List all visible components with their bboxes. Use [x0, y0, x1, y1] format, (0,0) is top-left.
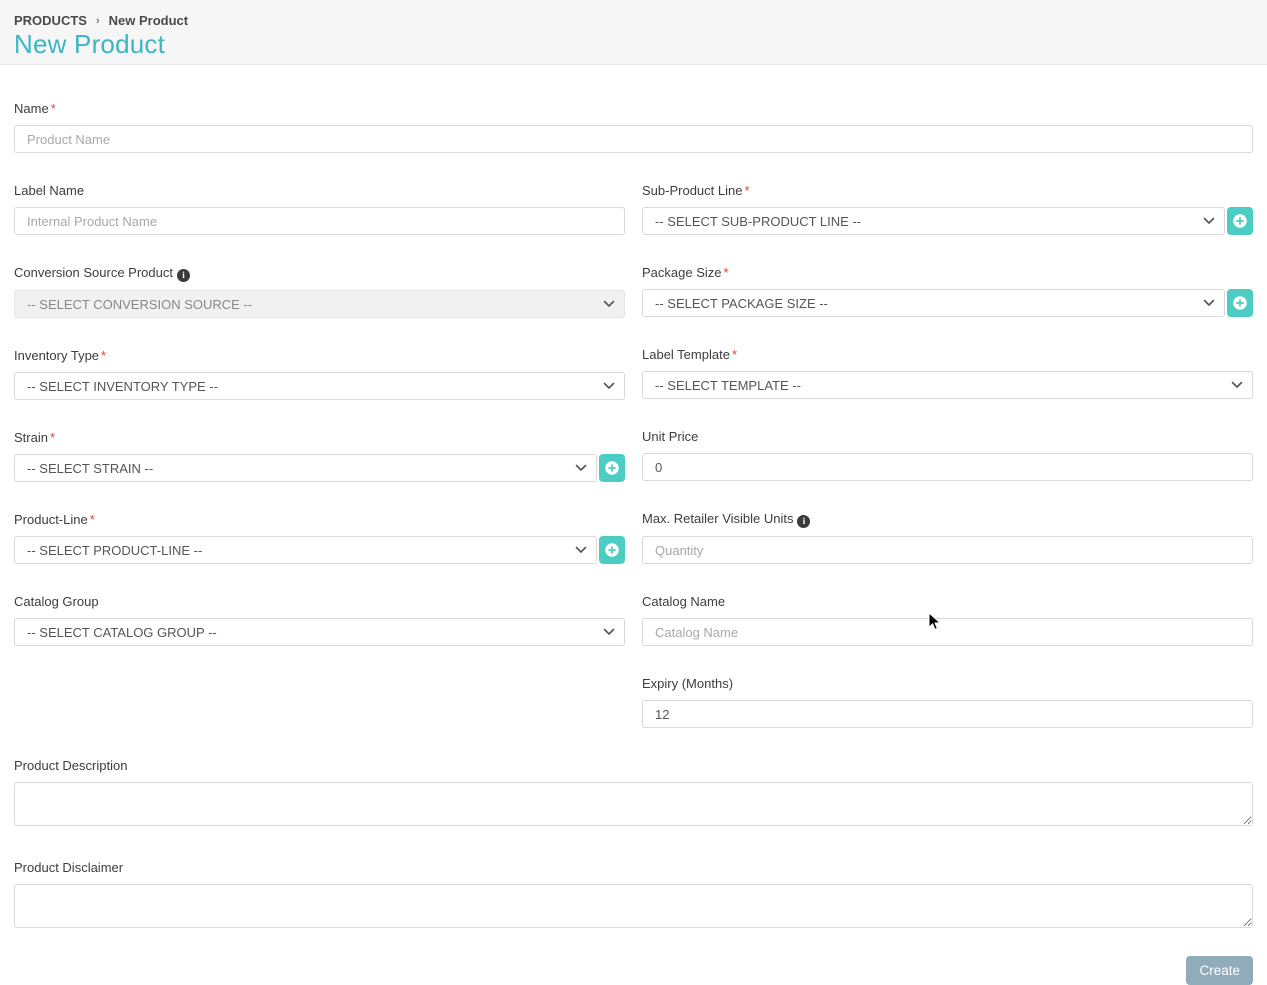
- field-strain: Strain * -- SELECT STRAIN --: [14, 430, 625, 482]
- sub-product-line-label: Sub-Product Line *: [642, 183, 750, 198]
- required-asterisk: *: [49, 430, 56, 445]
- page-header: PRODUCTS › New Product New Product: [0, 0, 1267, 65]
- product-line-label: Product-Line *: [14, 512, 95, 527]
- expiry-months-label: Expiry (Months): [642, 676, 734, 691]
- label-name-input[interactable]: [14, 207, 625, 235]
- required-asterisk: *: [744, 183, 750, 198]
- max-retailer-visible-units-input[interactable]: [642, 536, 1253, 564]
- catalog-group-label: Catalog Group: [14, 594, 99, 609]
- page-title: New Product: [14, 29, 166, 59]
- product-disclaimer-textarea[interactable]: [14, 884, 1253, 928]
- breadcrumb: PRODUCTS › New Product: [14, 13, 1253, 28]
- info-icon: i: [176, 269, 190, 282]
- field-product-line: Product-Line * -- SELECT PRODUCT-LINE --: [14, 512, 625, 564]
- plus-circle-icon: [1231, 212, 1249, 230]
- product-description-textarea[interactable]: [14, 782, 1253, 826]
- form-left-column: Label Name Conversion Source Producti --…: [14, 183, 625, 758]
- breadcrumb-products-link[interactable]: PRODUCTS: [14, 13, 87, 28]
- form-right-column: Sub-Product Line * -- SELECT SUB-PRODUCT …: [642, 183, 1253, 758]
- unit-price-input[interactable]: [642, 453, 1253, 481]
- add-sub-product-line-button[interactable]: [1227, 207, 1253, 235]
- max-retailer-visible-units-label: Max. Retailer Visible Units i: [642, 511, 1253, 528]
- field-label-name: Label Name: [14, 183, 625, 235]
- info-icon: i: [797, 515, 811, 528]
- field-sub-product-line: Sub-Product Line * -- SELECT SUB-PRODUCT …: [642, 183, 1253, 235]
- add-package-size-button[interactable]: [1227, 289, 1253, 317]
- required-asterisk: *: [50, 101, 56, 116]
- add-strain-button[interactable]: [599, 454, 625, 482]
- sub-product-line-select[interactable]: -- SELECT SUB-PRODUCT LINE --: [642, 207, 1225, 235]
- field-name: Name *: [14, 101, 1253, 153]
- field-inventory-type: Inventory Type * -- SELECT INVENTORY TYPE…: [14, 348, 625, 400]
- product-description-label: Product Description: [14, 758, 128, 773]
- field-product-disclaimer: Product Disclaimer: [14, 860, 1253, 928]
- product-disclaimer-label: Product Disclaimer: [14, 860, 124, 875]
- product-name-input[interactable]: [14, 125, 1253, 153]
- strain-select[interactable]: -- SELECT STRAIN --: [14, 454, 597, 482]
- catalog-group-select[interactable]: -- SELECT CATALOG GROUP --: [14, 618, 625, 646]
- field-max-retailer-visible-units: Max. Retailer Visible Units i: [642, 511, 1253, 564]
- form-actions: Create: [14, 950, 1253, 985]
- field-package-size: Package Size * -- SELECT PACKAGE SIZE --: [642, 265, 1253, 317]
- field-catalog-name: Catalog Name: [642, 594, 1253, 646]
- label-template-label: Label Template *: [642, 347, 737, 362]
- name-label: Name *: [14, 101, 56, 116]
- conversion-source-select[interactable]: -- SELECT CONVERSION SOURCE --: [14, 290, 625, 318]
- field-product-description: Product Description: [14, 758, 1253, 826]
- product-line-select[interactable]: -- SELECT PRODUCT-LINE --: [14, 536, 597, 564]
- field-catalog-group: Catalog Group -- SELECT CATALOG GROUP --: [14, 594, 625, 646]
- required-asterisk: *: [89, 512, 95, 527]
- required-asterisk: *: [723, 265, 729, 280]
- expiry-months-input[interactable]: [642, 700, 1253, 728]
- catalog-name-input[interactable]: [642, 618, 1253, 646]
- add-product-line-button[interactable]: [599, 536, 625, 564]
- plus-circle-icon: [1231, 294, 1249, 312]
- label-name-label: Label Name: [14, 183, 85, 198]
- label-template-select[interactable]: -- SELECT TEMPLATE --: [642, 371, 1253, 399]
- breadcrumb-separator-icon: ›: [95, 14, 100, 27]
- field-unit-price: Unit Price: [642, 429, 1253, 481]
- package-size-label: Package Size *: [642, 265, 729, 280]
- package-size-select[interactable]: -- SELECT PACKAGE SIZE --: [642, 289, 1225, 317]
- conversion-source-label: Conversion Source Product i: [14, 265, 625, 282]
- create-button[interactable]: Create: [1186, 956, 1253, 985]
- breadcrumb-current: New Product: [108, 13, 189, 28]
- field-expiry-months: Expiry (Months): [642, 676, 1253, 728]
- required-asterisk: *: [731, 347, 737, 362]
- required-asterisk: *: [101, 348, 107, 363]
- field-label-template: Label Template * -- SELECT TEMPLATE --: [642, 347, 1253, 399]
- new-product-form: Name* Label Name Conversion Source Produ…: [0, 65, 1267, 985]
- inventory-type-select[interactable]: -- SELECT INVENTORY TYPE --: [14, 372, 625, 400]
- inventory-type-label: Inventory Type *: [14, 348, 107, 363]
- plus-circle-icon: [603, 541, 621, 559]
- catalog-name-label: Catalog Name: [642, 594, 726, 609]
- strain-label: Strain *: [14, 430, 56, 445]
- plus-circle-icon: [603, 459, 621, 477]
- unit-price-label: Unit Price: [642, 429, 699, 444]
- field-conversion-source: Conversion Source Product i -- SELECT CON…: [14, 265, 625, 318]
